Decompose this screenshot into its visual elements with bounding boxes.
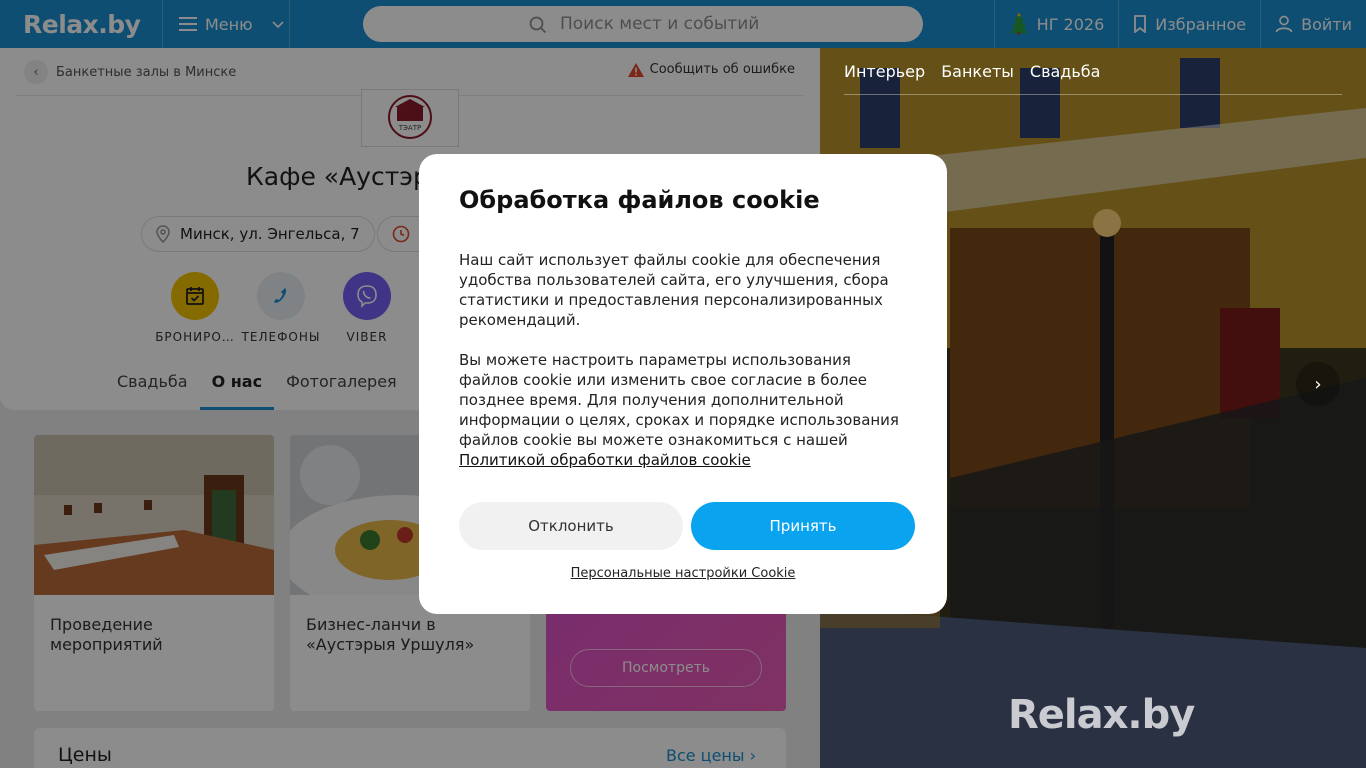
cookie-policy-link[interactable]: Политикой обработки файлов cookie [459, 451, 751, 469]
divider [844, 94, 1342, 95]
chevron-right-icon: › [1314, 373, 1322, 395]
next-photo-button[interactable]: › [1296, 362, 1340, 406]
photo-tab-wedding[interactable]: Свадьба [1030, 62, 1101, 81]
cookie-text-2-body: Вы можете настроить параметры использова… [459, 351, 899, 449]
cookie-text-2: Вы можете настроить параметры использова… [459, 350, 907, 470]
watermark: Relax.by [1008, 692, 1195, 738]
photo-tab-banquets[interactable]: Банкеты [941, 62, 1014, 81]
cookie-modal: Обработка файлов cookie Наш сайт использ… [419, 154, 947, 614]
cookie-text-1: Наш сайт использует файлы cookie для обе… [459, 251, 889, 329]
photo-tab-interior[interactable]: Интерьер [844, 62, 925, 81]
photo-tabs: Интерьер Банкеты Свадьба [844, 62, 1100, 81]
cookie-buttons: Отклонить Принять [459, 502, 915, 550]
cookie-title: Обработка файлов cookie [459, 186, 820, 214]
personal-cookie-settings-link[interactable]: Персональные настройки Cookie [419, 566, 947, 581]
accept-button[interactable]: Принять [691, 502, 915, 550]
decline-button[interactable]: Отклонить [459, 502, 683, 550]
